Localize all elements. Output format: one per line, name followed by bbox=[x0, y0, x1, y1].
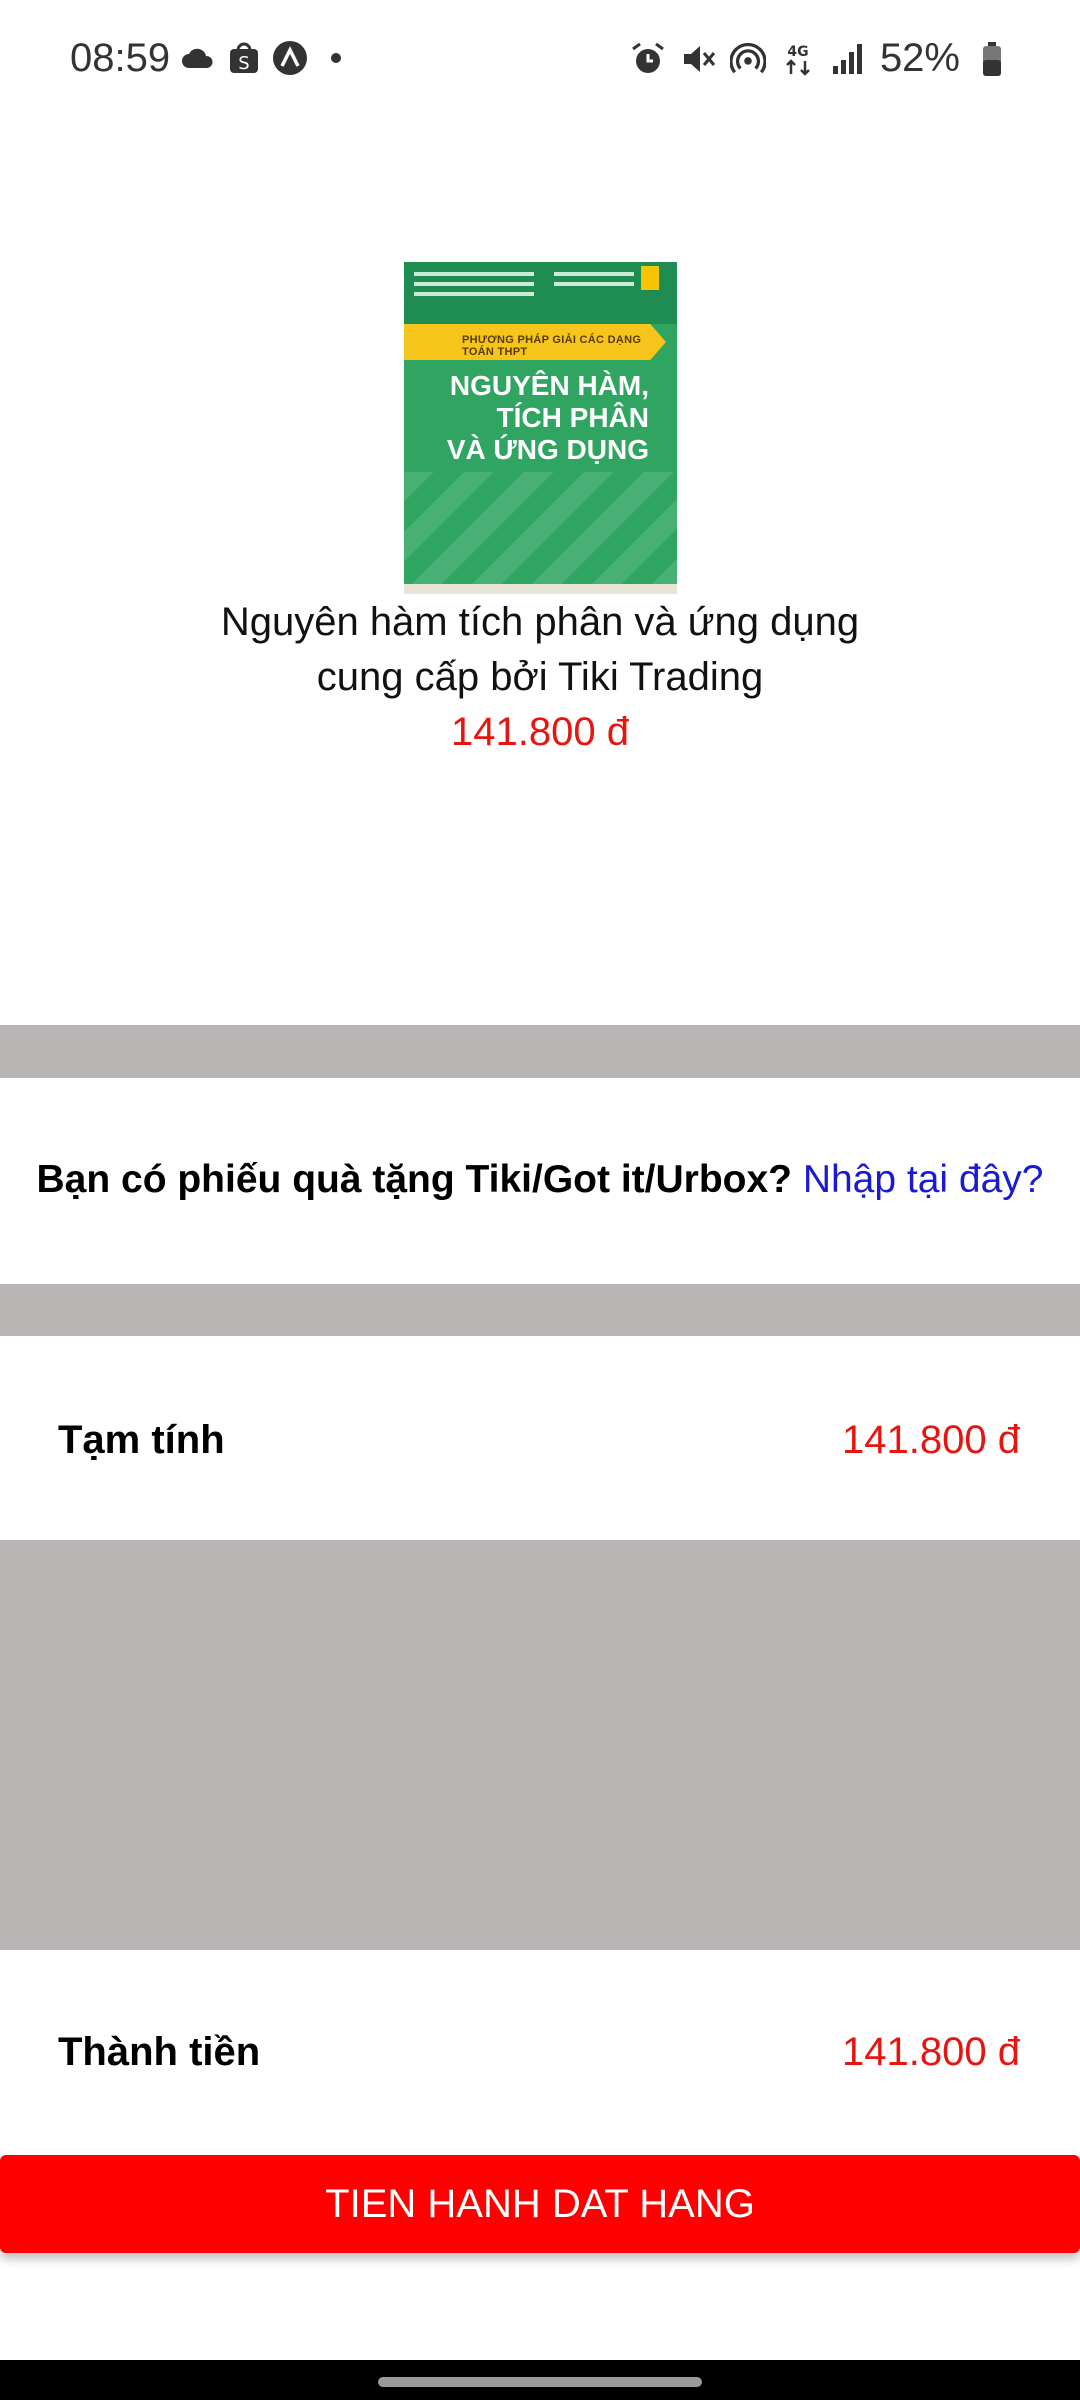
total-row: Thành tiền 141.800 đ bbox=[0, 1950, 1080, 2155]
cloud-icon bbox=[180, 40, 216, 76]
home-gesture-handle[interactable] bbox=[378, 2377, 702, 2387]
dot-icon bbox=[318, 40, 354, 76]
cover-badge bbox=[641, 266, 659, 290]
voucher-enter-link[interactable]: Nhập tại đây? bbox=[803, 1158, 1044, 1201]
cover-pattern bbox=[404, 472, 677, 594]
voucher-prompt: Bạn có phiếu quà tặng Tiki/Got it/Urbox?… bbox=[0, 1158, 1080, 1202]
status-left-icons: S bbox=[180, 40, 354, 76]
total-label: Thành tiền bbox=[58, 2030, 261, 2074]
voucher-question: Bạn có phiếu quà tặng Tiki/Got it/Urbox? bbox=[36, 1158, 792, 1201]
alarm-icon bbox=[630, 41, 666, 77]
voucher-section: Bạn có phiếu quà tặng Tiki/Got it/Urbox?… bbox=[0, 1078, 1080, 1284]
status-right-icons: 4G 52% bbox=[630, 36, 1010, 81]
app-icon bbox=[272, 40, 308, 76]
battery-icon bbox=[974, 41, 1010, 77]
svg-text:S: S bbox=[238, 53, 249, 74]
cover-footer bbox=[404, 584, 677, 594]
checkout-button[interactable]: TIEN HANH DAT HANG bbox=[0, 2155, 1080, 2253]
system-nav-bar bbox=[0, 2360, 1080, 2400]
product-summary: PHƯƠNG PHÁP GIẢI CÁC DẠNG TOÁN THPT NGUY… bbox=[0, 120, 1080, 1025]
signal-icon bbox=[830, 41, 866, 77]
status-time: 08:59 bbox=[70, 36, 171, 80]
battery-percentage: 52% bbox=[879, 36, 960, 80]
section-divider bbox=[0, 1025, 1080, 1078]
status-bar: 08:59 S 4G 52% bbox=[0, 0, 1080, 120]
cover-banner-text: PHƯƠNG PHÁP GIẢI CÁC DẠNG TOÁN THPT bbox=[462, 334, 642, 358]
cover-title-line-2: TÍCH PHÂN bbox=[496, 402, 649, 433]
cover-header bbox=[404, 262, 677, 324]
section-divider bbox=[0, 1284, 1080, 1336]
empty-section bbox=[0, 1540, 1080, 1950]
cover-title: NGUYÊN HÀM, TÍCH PHÂN VÀ ỨNG DỤNG bbox=[429, 370, 649, 466]
cover-banner: PHƯƠNG PHÁP GIẢI CÁC DẠNG TOÁN THPT bbox=[404, 324, 666, 360]
subtotal-row: Tạm tính 141.800 đ bbox=[0, 1336, 1080, 1540]
product-price: 141.800 đ bbox=[451, 710, 629, 754]
book-cover-image[interactable]: PHƯƠNG PHÁP GIẢI CÁC DẠNG TOÁN THPT NGUY… bbox=[404, 262, 677, 594]
hotspot-icon bbox=[729, 41, 766, 77]
4g-icon: 4G bbox=[780, 41, 816, 77]
subtotal-label: Tạm tính bbox=[58, 1418, 225, 1462]
svg-text:4G: 4G bbox=[787, 44, 808, 60]
cover-title-line-3: VÀ ỨNG DỤNG bbox=[446, 434, 649, 465]
cover-title-line-1: NGUYÊN HÀM, bbox=[449, 370, 649, 401]
mute-icon bbox=[680, 41, 716, 77]
shopee-icon: S bbox=[226, 40, 262, 76]
subtotal-value: 141.800 đ bbox=[842, 1418, 1020, 1462]
product-name: Nguyên hàm tích phân và ứng dụng bbox=[220, 600, 860, 644]
product-seller: cung cấp bởi Tiki Trading bbox=[316, 655, 764, 699]
total-value: 141.800 đ bbox=[842, 2030, 1020, 2074]
